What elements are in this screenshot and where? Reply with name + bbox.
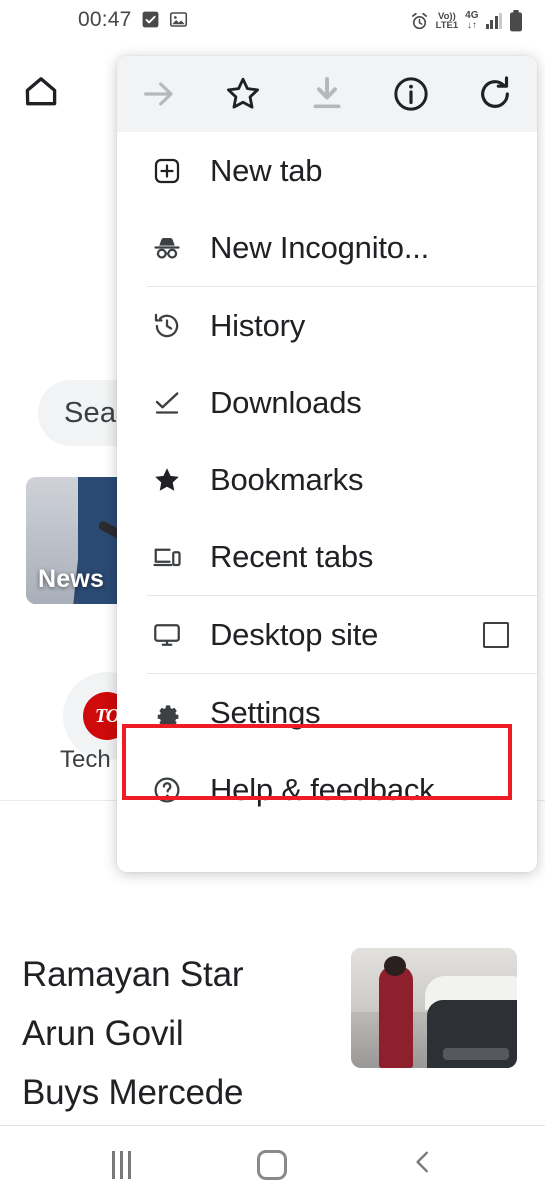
menu-item-label: New tab <box>210 152 323 188</box>
back-button[interactable] <box>368 1126 478 1203</box>
article-thumbnail <box>351 948 517 1068</box>
menu-item-downloads[interactable]: Downloads <box>117 364 537 441</box>
menu-item-settings[interactable]: Settings <box>117 674 537 751</box>
recents-icon <box>111 1150 131 1179</box>
news-tile-label: News <box>38 565 105 593</box>
menu-item-label: Downloads <box>210 384 362 420</box>
menu-item-label: Help & feedback <box>210 771 435 807</box>
menu-item-history[interactable]: History <box>117 287 537 364</box>
settings-gear-icon <box>150 698 184 728</box>
new-tab-icon <box>150 156 184 186</box>
shortcut-tile-label: Tech <box>60 746 111 773</box>
menu-item-help-and-feedback[interactable]: Help & feedback <box>117 751 537 828</box>
menu-item-recent-tabs[interactable]: Recent tabs <box>117 518 537 595</box>
toi-logo-text: TO <box>94 704 120 727</box>
info-icon[interactable] <box>369 56 453 132</box>
article-title-line-3: Buys Mercede <box>22 1073 244 1112</box>
status-bar-left: 00:47 <box>78 9 188 30</box>
browser-menu-panel: New tab New Incognito... History Downloa… <box>117 56 537 872</box>
phone-screen: 00:47 Vo)) LTE1 4G ↓↑ Sear News TO Tech … <box>0 0 545 1203</box>
article-title: Ramayan Star Arun Govil Buys Mercede <box>22 945 322 1122</box>
menu-item-desktop-site[interactable]: Desktop site <box>117 596 537 673</box>
incognito-icon <box>150 232 184 264</box>
menu-item-new-incognito-tab[interactable]: New Incognito... <box>117 209 537 286</box>
android-navigation-bar <box>0 1126 545 1203</box>
reload-icon[interactable] <box>453 56 537 132</box>
menu-item-new-tab[interactable]: New tab <box>117 132 537 209</box>
battery-icon <box>509 10 523 32</box>
article-title-line-2: Arun Govil <box>22 1014 184 1053</box>
history-icon <box>150 311 184 341</box>
status-bar-right: Vo)) LTE1 4G ↓↑ <box>410 10 523 32</box>
network-type-indicator: 4G ↓↑ <box>465 11 478 31</box>
desktop-site-icon <box>150 620 184 650</box>
volte-bottom-label: LTE1 <box>435 20 459 31</box>
data-arrows-label: ↓↑ <box>466 20 477 31</box>
desktop-site-checkbox[interactable] <box>483 621 509 648</box>
status-bar: 00:47 Vo)) LTE1 4G ↓↑ <box>0 0 545 52</box>
help-circle-icon <box>150 775 184 805</box>
volte-indicator: Vo)) LTE1 <box>435 11 459 31</box>
menu-item-label: Recent tabs <box>210 538 374 574</box>
menu-item-list: New tab New Incognito... History Downloa… <box>117 132 537 828</box>
home-button[interactable] <box>217 1126 327 1203</box>
back-chevron-icon <box>410 1146 436 1183</box>
menu-item-label: Bookmarks <box>210 461 364 497</box>
star-icon[interactable] <box>201 56 285 132</box>
checkbox-checked-icon <box>141 10 160 29</box>
download-icon[interactable] <box>285 56 369 132</box>
menu-item-label: Desktop site <box>210 616 379 652</box>
signal-bars-icon <box>485 12 502 29</box>
menu-item-label: History <box>210 307 306 343</box>
recent-tabs-icon <box>150 542 184 572</box>
menu-item-label: New Incognito... <box>210 229 430 265</box>
downloads-icon <box>150 388 184 418</box>
alarm-icon <box>410 12 429 31</box>
home-square-icon <box>257 1149 287 1180</box>
forward-arrow-icon[interactable] <box>117 56 201 132</box>
menu-item-bookmarks[interactable]: Bookmarks <box>117 441 537 518</box>
home-icon[interactable] <box>22 72 60 115</box>
menu-item-label: Settings <box>210 694 321 730</box>
article-title-line-1: Ramayan Star <box>22 955 244 994</box>
image-icon <box>169 10 188 29</box>
bookmarks-star-icon <box>150 465 184 495</box>
menu-toolbar <box>117 56 537 132</box>
status-bar-clock: 00:47 <box>78 8 132 31</box>
recents-button[interactable] <box>66 1126 176 1203</box>
